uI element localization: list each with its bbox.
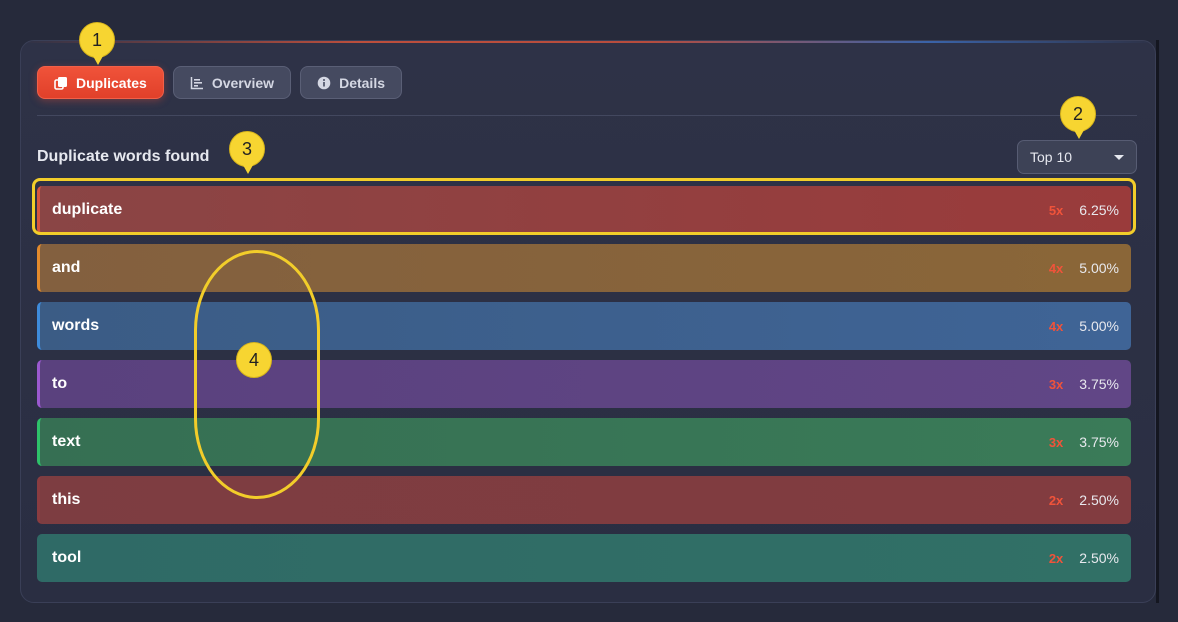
bar-chart-icon bbox=[190, 76, 203, 89]
word-label: to bbox=[52, 375, 68, 392]
tab-overview[interactable]: Overview bbox=[172, 66, 292, 99]
tab-label: Overview bbox=[211, 74, 275, 91]
window-edge bbox=[1156, 40, 1159, 603]
tab-duplicates[interactable]: Duplicates bbox=[37, 66, 164, 99]
copy-icon bbox=[54, 76, 67, 90]
tab-details[interactable]: Details bbox=[300, 66, 402, 99]
duplicate-word-list: duplicate 5x 6.25% and 4x 5.00% words 4x… bbox=[37, 186, 1131, 592]
tab-label: Details bbox=[339, 74, 385, 91]
word-row[interactable]: tool 2x 2.50% bbox=[37, 534, 1131, 582]
info-icon bbox=[317, 76, 331, 89]
word-count: 2x bbox=[1048, 492, 1064, 508]
duplicates-panel: Duplicates Overview Details Duplicate wo… bbox=[20, 40, 1156, 603]
word-label: text bbox=[52, 433, 81, 450]
word-row[interactable]: this 2x 2.50% bbox=[37, 476, 1131, 524]
select-value: Top 10 bbox=[1030, 149, 1073, 165]
word-percentage: 3.75% bbox=[1079, 376, 1119, 392]
word-count: 2x bbox=[1048, 550, 1064, 566]
word-label: duplicate bbox=[52, 201, 123, 218]
tab-bar: Duplicates Overview Details bbox=[37, 66, 402, 99]
word-label: tool bbox=[52, 549, 82, 566]
word-row[interactable]: and 4x 5.00% bbox=[37, 244, 1131, 292]
word-label: and bbox=[52, 259, 81, 276]
word-label: words bbox=[52, 317, 100, 334]
word-count: 5x bbox=[1048, 202, 1064, 218]
word-percentage: 5.00% bbox=[1079, 260, 1119, 276]
divider bbox=[37, 115, 1137, 116]
word-percentage: 3.75% bbox=[1079, 434, 1119, 450]
word-label: this bbox=[52, 491, 81, 508]
top-n-select[interactable]: Top 10 bbox=[1017, 140, 1137, 174]
word-count: 3x bbox=[1048, 434, 1064, 450]
section-title: Duplicate words found bbox=[37, 148, 210, 165]
word-count: 3x bbox=[1048, 376, 1064, 392]
tab-label: Duplicates bbox=[76, 74, 147, 91]
word-row[interactable]: words 4x 5.00% bbox=[37, 302, 1131, 350]
word-percentage: 6.25% bbox=[1079, 202, 1119, 218]
caret-down-icon bbox=[1114, 154, 1124, 160]
word-row[interactable]: text 3x 3.75% bbox=[37, 418, 1131, 466]
word-count: 4x bbox=[1048, 318, 1064, 334]
word-percentage: 5.00% bbox=[1079, 318, 1119, 334]
word-percentage: 2.50% bbox=[1079, 550, 1119, 566]
word-percentage: 2.50% bbox=[1079, 492, 1119, 508]
word-count: 4x bbox=[1048, 260, 1064, 276]
word-row[interactable]: duplicate 5x 6.25% bbox=[37, 186, 1131, 234]
word-row[interactable]: to 3x 3.75% bbox=[37, 360, 1131, 408]
